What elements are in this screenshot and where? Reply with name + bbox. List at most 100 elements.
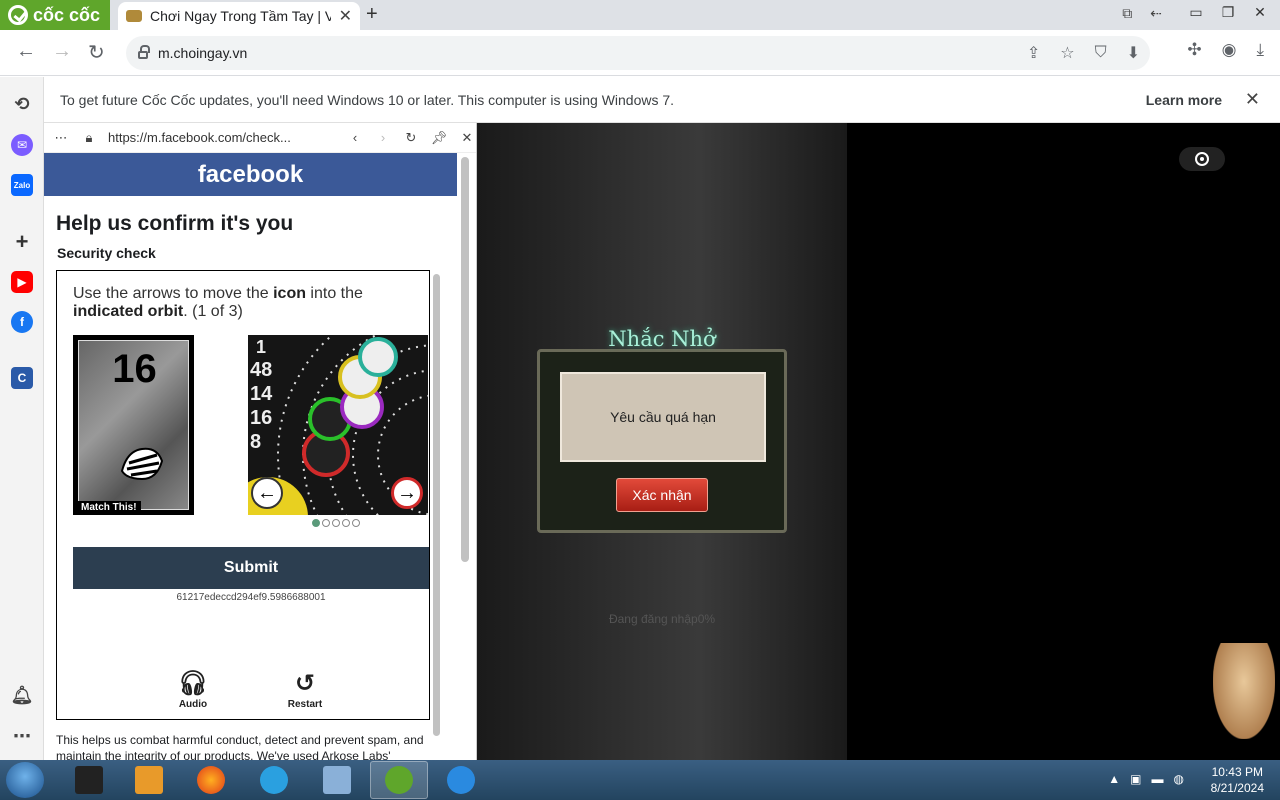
share-icon[interactable]: ⇪	[1027, 43, 1040, 63]
restart-button[interactable]: ↺ Restart	[275, 669, 335, 710]
profile-icon[interactable]: ◉	[1222, 40, 1237, 60]
history-icon[interactable]: ⟲	[11, 93, 33, 115]
orbit-number-8: 8	[250, 431, 262, 453]
back-arrow-icon[interactable]: ←	[16, 40, 36, 63]
record-button[interactable]	[1179, 147, 1225, 171]
learn-more-link[interactable]: Learn more	[1146, 92, 1222, 108]
captcha-scrollbar[interactable]	[433, 274, 440, 736]
window-close-button[interactable]: ✕	[1248, 2, 1272, 22]
media-player-icon	[135, 766, 163, 794]
forward-arrow-icon[interactable]: →	[52, 40, 72, 63]
popup-url-bar: ⋯ 🔒︎ https://m.facebook.com/check... ‹ ›…	[44, 123, 476, 153]
progress-dot	[352, 519, 360, 527]
taskbar-app-media[interactable]	[120, 761, 178, 799]
captcha-frame: Use the arrows to move the icon into the…	[56, 270, 430, 720]
tab-bar: cốc cốc Chơi Ngay Trong Tầm Tay | V ✕ + …	[0, 0, 1280, 30]
orbit-number-48: 48	[250, 359, 273, 381]
globe-browser-icon	[260, 766, 288, 794]
popup-close-icon[interactable]: ✕	[458, 130, 476, 146]
orbit-number-14: 14	[250, 383, 273, 405]
rotate-right-arrow-button[interactable]: →	[391, 477, 423, 509]
zalo-icon[interactable]: Zalo	[11, 174, 33, 196]
popup-reload-icon[interactable]: ↻	[402, 130, 420, 146]
tab-title: Chơi Ngay Trong Tầm Tay | V	[150, 8, 331, 24]
restart-icon: ↺	[294, 670, 316, 697]
address-bar[interactable]: m.choingay.vn ⇪ ☆ ⛉ ⬇	[126, 36, 1150, 70]
game-canvas[interactable]: Yêu cầu quá hạn Xác nhận Nhắc Nhở Đang đ…	[477, 123, 1280, 760]
tray-expand-icon[interactable]: ▲	[1108, 772, 1120, 786]
bookmark-star-icon[interactable]: ☆	[1060, 43, 1074, 63]
restart-label: Restart	[287, 699, 323, 710]
taskbar-app-ie[interactable]	[432, 761, 490, 799]
sidebar-more-icon[interactable]: ⋯	[11, 725, 33, 747]
target-card-caption: Match This!	[77, 501, 141, 514]
coccoc-menu-button[interactable]: cốc cốc	[0, 0, 110, 30]
restore-button[interactable]: ❐	[1216, 2, 1240, 22]
messenger-icon[interactable]: ✉	[11, 134, 33, 156]
audio-button[interactable]: 🎧︎ Audio	[163, 669, 223, 710]
confirm-button[interactable]: Xác nhận	[616, 478, 708, 512]
clock-date: 8/21/2024	[1210, 781, 1264, 795]
back-to-tab-icon[interactable]: ⇠	[1150, 5, 1162, 22]
popup-scrollbar[interactable]	[461, 157, 469, 562]
tab-active[interactable]: Chơi Ngay Trong Tầm Tay | V ✕	[118, 2, 360, 30]
taskbar-app-explorer[interactable]	[308, 761, 366, 799]
orbit-puzzle[interactable]: 1 48 14 16 8 ← →	[248, 335, 428, 515]
add-sidebar-app-icon[interactable]: +	[11, 229, 33, 254]
loading-text: Đang đăng nhập0%	[608, 612, 716, 626]
folder-icon	[323, 766, 351, 794]
popup-forward-icon[interactable]: ›	[374, 130, 392, 145]
clock-time: 10:43 PM	[1211, 765, 1263, 779]
url-text: m.choingay.vn	[158, 45, 248, 61]
dialog-message: Yêu cầu quá hạn	[560, 372, 766, 462]
youtube-icon[interactable]: ▶	[11, 271, 33, 293]
rotate-left-arrow-button[interactable]: ←	[251, 477, 283, 509]
extensions-icon[interactable]: ✣	[1187, 40, 1201, 60]
dialog-title: Nhắc Nhở	[608, 327, 716, 351]
clock[interactable]: 10:43 PM 8/21/2024	[1211, 764, 1264, 796]
submit-button[interactable]: Submit	[73, 547, 429, 589]
notification-bell-icon[interactable]: 🔔︎	[11, 684, 34, 706]
tray-volume-icon[interactable]: ◍	[1174, 772, 1184, 786]
download-page-icon[interactable]: ⬇	[1127, 43, 1140, 63]
tab-favicon-icon	[126, 10, 142, 22]
taskbar-app-firefox[interactable]	[182, 761, 240, 799]
brand-label: cốc cốc	[33, 4, 101, 25]
orbit-number-16: 16	[250, 407, 273, 429]
facebook-icon[interactable]: f	[11, 311, 33, 333]
minimize-button[interactable]: ▭	[1184, 2, 1208, 22]
popup-back-icon[interactable]: ‹	[346, 130, 364, 145]
tray-monitor-icon[interactable]: ▬	[1152, 772, 1164, 786]
popup-menu-icon[interactable]: ⋯	[52, 130, 70, 146]
popup-lock-icon: 🔒︎	[85, 129, 93, 145]
reading-mode-icon[interactable]: ⧉	[1122, 5, 1132, 22]
popup-url: https://m.facebook.com/check...	[108, 130, 291, 145]
reminder-dialog: Yêu cầu quá hạn Xác nhận	[537, 349, 787, 533]
coccoc-map-icon[interactable]: C	[11, 367, 33, 389]
downloads-icon[interactable]: ⤓	[1256, 40, 1264, 60]
popup-pin-icon[interactable]: 📌︎	[430, 130, 448, 146]
progress-dot	[332, 519, 340, 527]
session-token: 61217edeccd294ef9.5986688001	[176, 592, 326, 603]
address-toolbar: ← → ↻ m.choingay.vn ⇪ ☆ ⛉ ⬇ ✣ ◉ ⤓	[0, 30, 1280, 76]
taskbar-app-terminal[interactable]	[60, 761, 118, 799]
coccoc-logo-icon	[8, 5, 28, 25]
tray-network-icon[interactable]: ▣	[1130, 772, 1141, 786]
infobar-close-icon[interactable]: ✕	[1245, 89, 1260, 110]
facebook-popup-panel: ⋯ 🔒︎ https://m.facebook.com/check... ‹ ›…	[44, 123, 477, 760]
target-glyph-icon	[120, 447, 164, 481]
taskbar-app-browser[interactable]	[245, 761, 303, 799]
lock-icon	[138, 45, 150, 59]
captcha-instruction: Use the arrows to move the icon into the…	[73, 285, 363, 320]
target-card-number: 16	[112, 347, 157, 391]
reload-icon[interactable]: ↻	[88, 40, 105, 65]
taskbar-app-coccoc[interactable]	[370, 761, 428, 799]
hamster-mascot[interactable]	[1213, 643, 1275, 739]
progress-dot	[322, 519, 330, 527]
adblock-icon[interactable]: ⛉	[1095, 44, 1107, 62]
new-tab-button[interactable]: +	[366, 3, 378, 26]
start-button[interactable]	[6, 762, 44, 798]
tab-close-icon[interactable]: ✕	[339, 6, 352, 26]
coccoc-taskbar-icon	[385, 766, 413, 794]
progress-dot	[342, 519, 350, 527]
